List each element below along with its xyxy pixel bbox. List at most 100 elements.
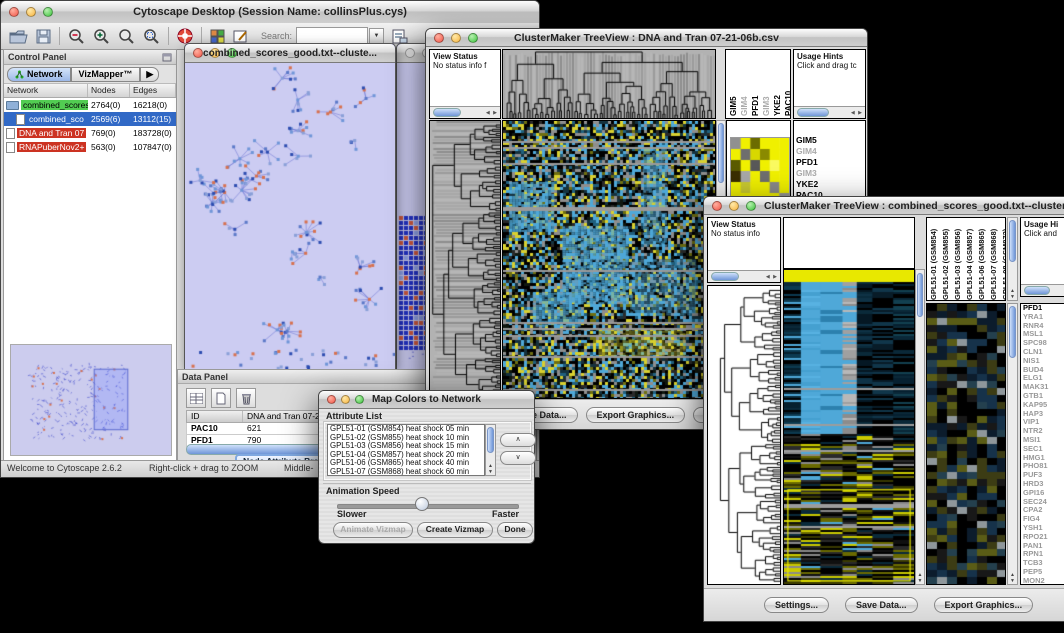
column-dendrogram-canvas[interactable] — [503, 50, 715, 118]
attribute-list-vscrollbar[interactable]: ▲▼ — [485, 424, 496, 476]
tab-network[interactable]: Network — [7, 67, 71, 82]
heatmap-vscrollbar[interactable]: ▲▼ — [915, 269, 925, 585]
array-column-label[interactable]: GPL51-03 (GSM856) — [953, 220, 963, 300]
view-status-scrollbar[interactable]: ◀ ▶ — [708, 270, 780, 282]
usage-hints-scrollbar[interactable]: ◀ ▶ — [794, 106, 865, 118]
search-dropdown-button[interactable]: ▼ — [369, 28, 384, 45]
row-dendrogram-panel — [707, 285, 781, 585]
main-title-bar[interactable]: Cytoscape Desktop (Session Name: collins… — [1, 1, 539, 24]
array-column-label[interactable]: GPL51-08 (GSM872) — [1001, 220, 1006, 300]
faster-label: Faster — [479, 509, 519, 519]
column-gene-label[interactable]: YKE2 — [773, 52, 783, 116]
treeview-action-button[interactable]: Settings... — [764, 597, 829, 613]
column-gene-label[interactable]: PAC10 — [784, 52, 791, 116]
row-gene-label[interactable]: GIM4 — [794, 146, 865, 157]
zoom-in-icon[interactable] — [93, 28, 110, 44]
network-view-title: combined_scores_good.txt--cluste... — [185, 48, 395, 59]
network-list-row[interactable]: combined_sco 2569(6) 13112(15) — [4, 112, 176, 126]
array-column-label[interactable]: GPL51-07 (GSM868) — [989, 220, 999, 300]
zoomed-heatmap-canvas[interactable] — [927, 304, 1005, 584]
network-name: RNAPuberNov2+ — [17, 142, 86, 152]
column-gene-label[interactable]: GIM5 — [729, 52, 739, 116]
treeview2-button-bar: Settings... Save Data... Export Graphics..… — [704, 588, 1064, 621]
attribute-list-item[interactable]: GPL51-07 (GSM868) heat shock 60 min — [328, 468, 484, 476]
column-labels-vscrollbar[interactable]: ▲▼ — [1007, 217, 1018, 301]
zoom-button[interactable] — [746, 201, 756, 211]
row-gene-label[interactable]: YKE2 — [794, 179, 865, 190]
animation-speed-label: Animation Speed — [326, 486, 400, 496]
network-name: DNA and Tran 07 — [17, 128, 86, 138]
move-up-button[interactable]: ∧ — [500, 433, 536, 447]
zoom-out-icon[interactable] — [68, 28, 85, 44]
cluster-mini-heatmap-canvas[interactable] — [730, 137, 790, 205]
network-tab-icon — [15, 70, 24, 79]
float-panel-icon[interactable] — [162, 53, 172, 62]
network-list-row[interactable]: DNA and Tran 07 769(0) 183728(0) — [4, 126, 176, 140]
column-gene-label[interactable]: GIM4 — [740, 52, 750, 116]
array-column-label[interactable]: GPL51-01 (GSM854) — [929, 220, 939, 300]
gene-label[interactable]: MON2 — [1021, 577, 1064, 585]
zoom-fit-icon[interactable] — [118, 28, 135, 44]
minimize-button[interactable] — [729, 201, 739, 211]
close-button[interactable] — [405, 48, 415, 58]
column-gene-label[interactable]: PFD1 — [751, 52, 761, 116]
help-icon[interactable] — [177, 28, 193, 44]
create-vizmap-button[interactable]: Create Vizmap — [417, 522, 493, 538]
view-status-scrollbar[interactable]: ◀ ▶ — [430, 106, 500, 118]
network-overview-canvas[interactable] — [10, 344, 172, 456]
network-list-row[interactable]: RNAPuberNov2+ 563(0) 107847(0) — [4, 140, 176, 154]
slider-thumb[interactable] — [415, 497, 429, 511]
row-dendrogram-canvas[interactable] — [430, 121, 500, 398]
heatmap-canvas[interactable] — [503, 121, 715, 398]
treeview-action-button[interactable]: Export Graphics... — [934, 597, 1034, 613]
treeview1-title-bar[interactable]: ClusterMaker TreeView : DNA and Tran 07-… — [426, 29, 867, 47]
row-dendrogram-canvas[interactable] — [708, 286, 780, 584]
new-document-icon[interactable] — [211, 388, 231, 408]
close-button[interactable] — [712, 201, 722, 211]
network-list: combined_scores 2764(0) 16218(0) combine… — [4, 98, 176, 154]
annotation-icon[interactable] — [233, 29, 249, 44]
network-edges-count: 107847(0) — [130, 142, 176, 152]
treeview-window-combined: ClusterMaker TreeView : combined_scores_… — [703, 196, 1064, 622]
animate-vizmap-button[interactable]: Animate Vizmap — [333, 522, 413, 538]
column-labels-panel: GPL51-01 (GSM854)GPL51-02 (GSM855)GPL51-… — [926, 217, 1006, 301]
import-table-icon[interactable] — [392, 29, 408, 44]
array-column-label[interactable]: GPL51-04 (GSM857) — [965, 220, 975, 300]
save-icon[interactable] — [36, 29, 51, 44]
network-table-header: Network Nodes Edges — [4, 84, 176, 98]
dialog-title-bar[interactable]: Map Colors to Network — [319, 391, 534, 409]
usage-hints-scrollbar[interactable]: ◀ ▶ — [1021, 284, 1064, 296]
status-hint-zoom: Right-click + drag to ZOOM — [149, 463, 258, 473]
network-nodes-count: 563(0) — [88, 142, 130, 152]
map-colors-dialog: Map Colors to Network Attribute List GPL… — [318, 390, 535, 544]
tab-overflow-arrow[interactable]: ▶ — [140, 67, 159, 82]
array-column-label[interactable]: GPL51-02 (GSM855) — [941, 220, 951, 300]
treeview2-title-bar[interactable]: ClusterMaker TreeView : combined_scores_… — [704, 197, 1064, 215]
row-gene-label[interactable]: GIM3 — [794, 168, 865, 179]
network-name: combined_sco — [27, 114, 86, 124]
delete-icon[interactable] — [236, 388, 256, 408]
open-folder-icon[interactable] — [9, 29, 28, 44]
network-view-title-bar[interactable]: combined_scores_good.txt--cluste... — [185, 44, 395, 63]
treeview-action-button[interactable]: Save Data... — [845, 597, 918, 613]
done-button[interactable]: Done — [497, 522, 533, 538]
table-icon[interactable] — [186, 388, 206, 408]
attribute-list-label: Attribute List — [326, 411, 382, 421]
treeview-action-button[interactable]: Export Graphics... — [586, 407, 686, 423]
heatmap-canvas[interactable] — [784, 270, 914, 584]
tab-vizmapper[interactable]: VizMapper™ — [71, 67, 141, 82]
main-window-title: Cytoscape Desktop (Session Name: collins… — [1, 6, 539, 18]
zoom-selected-icon[interactable] — [143, 28, 160, 44]
view-status-panel: View StatusNo status info f ◀ ▶ — [429, 49, 501, 119]
row-gene-label[interactable]: PFD1 — [794, 157, 865, 168]
vizmapper-icon[interactable] — [210, 29, 225, 44]
attribute-list[interactable]: GPL51-01 (GSM854) heat shock 05 minGPL51… — [327, 424, 485, 476]
move-down-button[interactable]: ∨ — [500, 451, 536, 465]
gene-list-vscrollbar[interactable]: ▲▼ — [1007, 303, 1018, 585]
column-gene-label[interactable]: GIM3 — [762, 52, 772, 116]
network-view-canvas[interactable] — [185, 63, 395, 369]
network-list-row[interactable]: combined_scores 2764(0) 16218(0) — [4, 98, 176, 112]
network-nodes-count: 2569(6) — [88, 114, 130, 124]
row-gene-label[interactable]: GIM5 — [794, 135, 865, 146]
array-column-label[interactable]: GPL51-06 (GSM865) — [977, 220, 987, 300]
